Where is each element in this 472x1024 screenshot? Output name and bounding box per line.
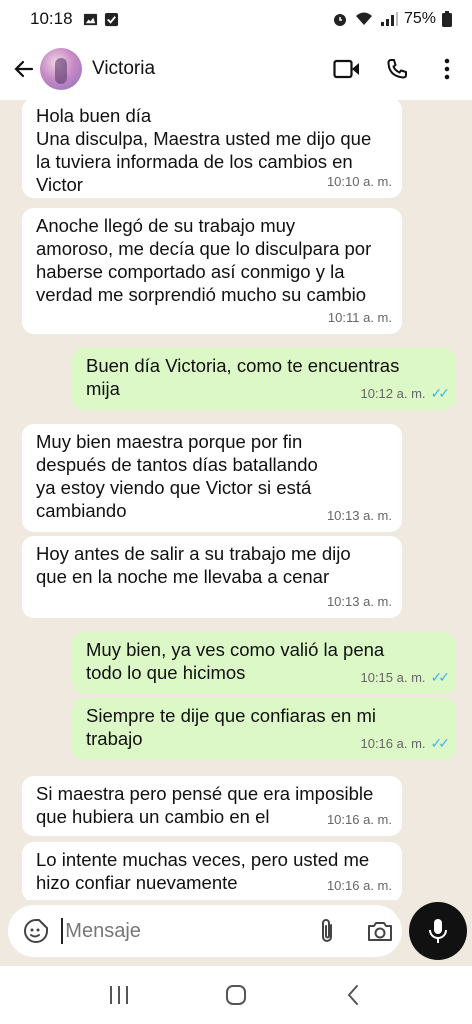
message-time: 10:16 a. m. bbox=[326, 812, 392, 827]
message-outgoing[interactable]: Buen día Victoria, como te encuentras mi… bbox=[72, 348, 456, 410]
emoji-button[interactable] bbox=[12, 907, 59, 955]
wifi-icon bbox=[355, 12, 372, 25]
mic-icon bbox=[429, 919, 447, 943]
video-call-button[interactable] bbox=[322, 47, 372, 91]
checkbox-icon bbox=[104, 12, 118, 26]
message-time: 10:16 a. m. bbox=[326, 878, 392, 893]
message-meta: 10:13 a. m. bbox=[327, 504, 392, 527]
message-time: 10:10 a. m. bbox=[326, 174, 392, 189]
read-receipt-icon: ✓✓ bbox=[430, 669, 451, 685]
message-meta: 10:15 a. m. ✓✓ bbox=[360, 666, 451, 689]
camera-button[interactable] bbox=[359, 909, 402, 953]
message-input[interactable] bbox=[61, 918, 292, 944]
message-incoming[interactable]: Si maestra pero pensé que era imposible … bbox=[22, 776, 402, 836]
more-vert-icon bbox=[444, 58, 450, 80]
message-time: 10:13 a. m. bbox=[326, 594, 392, 609]
more-options-button[interactable] bbox=[422, 47, 472, 91]
back-button[interactable] bbox=[4, 49, 44, 89]
battery-percent: 75% bbox=[403, 10, 436, 27]
message-meta: 10:16 a. m. bbox=[327, 808, 392, 831]
composer bbox=[8, 905, 402, 957]
read-receipt-icon: ✓✓ bbox=[430, 735, 451, 751]
gallery-icon bbox=[83, 13, 97, 25]
chat-messages[interactable]: Hola buen día Una disculpa, Maestra uste… bbox=[0, 100, 472, 900]
message-meta: 10:13 a. m. bbox=[327, 590, 392, 613]
alarm-icon bbox=[333, 14, 346, 26]
home-button[interactable] bbox=[206, 975, 266, 1015]
system-back-button[interactable] bbox=[323, 975, 383, 1015]
chat-header: Victoria bbox=[0, 38, 472, 100]
system-nav-bar bbox=[0, 966, 472, 1024]
phone-icon bbox=[387, 59, 407, 79]
message-time: 10:15 a. m. bbox=[360, 670, 426, 685]
back-arrow-icon bbox=[14, 60, 34, 78]
message-outgoing[interactable]: Siempre te dije que confiaras en mi trab… bbox=[72, 698, 456, 760]
attach-icon bbox=[321, 919, 332, 942]
signal-icon bbox=[380, 12, 398, 26]
message-incoming[interactable]: Anoche llegó de su trabajo muy amoroso, … bbox=[22, 208, 402, 334]
message-meta: 10:16 a. m. bbox=[327, 874, 392, 897]
message-meta: 10:12 a. m. ✓✓ bbox=[360, 382, 451, 405]
message-text: Anoche llegó de su trabajo muy amoroso, … bbox=[36, 215, 372, 305]
back-icon bbox=[347, 985, 359, 1005]
read-receipt-icon: ✓✓ bbox=[430, 385, 451, 401]
status-time: 10:18 bbox=[30, 9, 73, 28]
message-meta: 10:10 a. m. bbox=[327, 170, 392, 193]
composer-bar bbox=[0, 900, 472, 966]
message-incoming[interactable]: Hoy antes de salir a su trabajo me dijo … bbox=[22, 536, 402, 618]
attach-button[interactable] bbox=[305, 909, 348, 953]
video-call-icon bbox=[333, 59, 359, 79]
status-bar: 10:18 75% bbox=[0, 0, 472, 38]
voice-message-button[interactable] bbox=[409, 902, 467, 960]
message-time: 10:12 a. m. bbox=[360, 386, 426, 401]
message-time: 10:11 a. m. bbox=[327, 310, 392, 325]
recent-apps-icon bbox=[109, 986, 128, 1004]
message-outgoing[interactable]: Muy bien, ya ves como valió la pena todo… bbox=[72, 632, 456, 694]
voice-call-button[interactable] bbox=[372, 47, 422, 91]
contact-name[interactable]: Victoria bbox=[92, 58, 155, 80]
message-time: 10:13 a. m. bbox=[326, 508, 392, 523]
emoji-sticker-icon bbox=[23, 919, 48, 943]
status-right: 75% bbox=[332, 10, 452, 28]
message-time: 10:16 a. m. bbox=[360, 736, 426, 751]
home-icon bbox=[225, 985, 246, 1005]
header-actions bbox=[322, 47, 472, 91]
message-incoming[interactable]: Lo intente muchas veces, pero usted me h… bbox=[22, 842, 402, 900]
message-incoming[interactable]: Hola buen día Una disculpa, Maestra uste… bbox=[22, 100, 402, 198]
recent-apps-button[interactable] bbox=[89, 975, 149, 1015]
message-meta: 10:11 a. m. bbox=[328, 306, 392, 329]
message-text: Hoy antes de salir a su trabajo me dijo … bbox=[36, 543, 351, 587]
avatar[interactable] bbox=[40, 48, 82, 90]
message-meta: 10:16 a. m. ✓✓ bbox=[360, 732, 451, 755]
battery-icon bbox=[442, 11, 452, 27]
camera-icon bbox=[368, 922, 393, 941]
message-incoming[interactable]: Muy bien maestra porque por fin después … bbox=[22, 424, 402, 532]
